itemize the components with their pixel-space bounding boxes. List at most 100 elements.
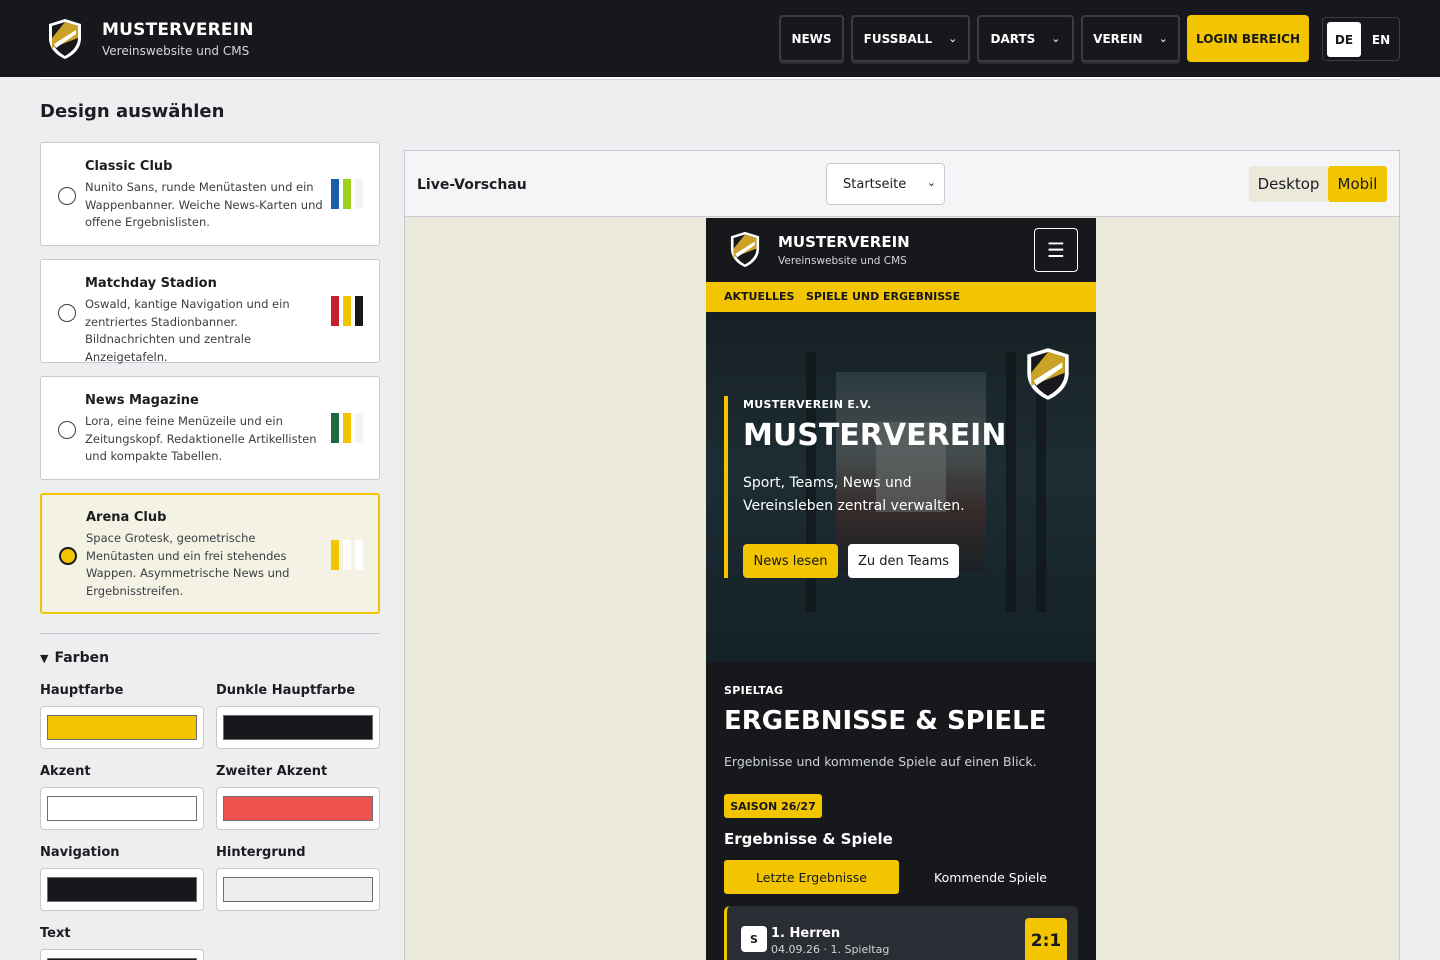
design-option-description: Oswald, kantige Navigation und ein zentr… bbox=[85, 297, 290, 364]
chevron-down-icon: ⌄ bbox=[1051, 32, 1061, 45]
triangle-down-icon: ▼ bbox=[40, 652, 49, 665]
design-radio[interactable] bbox=[58, 187, 76, 205]
tab-kommende-spiele[interactable]: Kommende Spiele bbox=[903, 860, 1078, 894]
color-swatch bbox=[343, 413, 351, 443]
color-preview bbox=[223, 796, 373, 821]
top-navigation-bar: MUSTERVEREIN Vereinswebsite und CMS NEWS… bbox=[0, 0, 1440, 77]
color-label-dunkle-hauptfarbe: Dunkle Hauptfarbe bbox=[216, 683, 356, 698]
preview-brand-title: MUSTERVEREIN bbox=[778, 233, 910, 251]
subnav-aktuelles[interactable]: AKTUELLES bbox=[724, 290, 794, 303]
nav-verein-label: VEREIN bbox=[1093, 31, 1143, 46]
club-crest-logo[interactable] bbox=[48, 18, 82, 60]
color-input-zweiter-akzent[interactable] bbox=[216, 787, 380, 830]
section-divider bbox=[40, 633, 380, 634]
hamburger-menu-icon[interactable]: ☰ bbox=[1034, 228, 1078, 272]
color-label-text: Text bbox=[40, 926, 71, 941]
color-preview bbox=[47, 715, 197, 740]
hero-kicker: MUSTERVEREIN E.V. bbox=[743, 398, 872, 411]
color-label-hauptfarbe: Hauptfarbe bbox=[40, 683, 124, 698]
color-swatch bbox=[355, 413, 363, 443]
design-radio[interactable] bbox=[58, 304, 76, 322]
color-swatch bbox=[331, 413, 339, 443]
nav-darts-dropdown[interactable]: DARTS ⌄ bbox=[977, 15, 1074, 62]
preview-navbar: MUSTERVEREIN Vereinswebsite und CMS ☰ bbox=[706, 218, 1096, 282]
color-swatch bbox=[331, 179, 339, 209]
color-swatch bbox=[343, 296, 351, 326]
nav-news-button[interactable]: NEWS bbox=[779, 15, 844, 62]
chevron-down-icon: ⌄ bbox=[948, 32, 958, 45]
color-input-navigation[interactable] bbox=[40, 868, 204, 911]
preview-hero-banner: MUSTERVEREIN E.V. MUSTERVEREIN Sport, Te… bbox=[706, 312, 1096, 662]
design-option-description: Nunito Sans, runde Menütasten und ein Wa… bbox=[85, 180, 323, 229]
view-desktop-button[interactable]: Desktop bbox=[1249, 166, 1328, 202]
section-kicker: SPIELTAG bbox=[724, 684, 784, 697]
color-swatch bbox=[343, 540, 351, 570]
subnav-spiele-ergebnisse[interactable]: SPIELE UND ERGEBNISSE bbox=[806, 290, 960, 303]
design-option-news-magazine[interactable]: News Magazine Lora, eine feine Menüzeile… bbox=[40, 376, 380, 480]
section-text: Ergebnisse und kommende Spiele auf einen… bbox=[724, 754, 1037, 769]
preview-subnav: AKTUELLES SPIELE UND ERGEBNISSE bbox=[706, 282, 1096, 312]
color-input-hintergrund[interactable] bbox=[216, 868, 380, 911]
color-preview bbox=[223, 877, 373, 902]
design-option-classic-club[interactable]: Classic Club Nunito Sans, runde Menütast… bbox=[40, 142, 380, 246]
color-swatch bbox=[355, 296, 363, 326]
colors-section-toggle[interactable]: ▼ Farben bbox=[40, 650, 109, 666]
nav-fussball-dropdown[interactable]: FUSSBALL ⌄ bbox=[851, 15, 970, 62]
season-badge: SAISON 26/27 bbox=[724, 794, 822, 818]
color-swatch bbox=[331, 540, 339, 570]
color-input-text[interactable] bbox=[40, 949, 204, 960]
match-team: 1. Herren bbox=[771, 926, 841, 941]
page-select[interactable]: Startseite ⌄ bbox=[826, 163, 945, 205]
match-date: 04.09.26 · 1. Spieltag bbox=[771, 943, 890, 956]
tab-letzte-ergebnisse[interactable]: Letzte Ergebnisse bbox=[724, 860, 899, 894]
nav-darts-label: DARTS bbox=[990, 31, 1036, 46]
color-label-navigation: Navigation bbox=[40, 845, 120, 860]
tunnel-column bbox=[1006, 352, 1016, 612]
design-radio[interactable] bbox=[58, 421, 76, 439]
hero-title: MUSTERVEREIN bbox=[743, 418, 1007, 453]
results-section: SPIELTAG ERGEBNISSE & SPIELE Ergebnisse … bbox=[706, 662, 1096, 960]
color-preview bbox=[47, 877, 197, 902]
club-crest-logo bbox=[730, 231, 760, 268]
view-mobile-button[interactable]: Mobil bbox=[1328, 166, 1387, 202]
preview-title: Live-Vorschau bbox=[417, 177, 527, 193]
header-divider bbox=[40, 77, 1400, 80]
nav-news-label: NEWS bbox=[791, 31, 832, 46]
lang-en-button[interactable]: EN bbox=[1367, 22, 1395, 57]
brand-subtitle: Vereinswebsite und CMS bbox=[102, 44, 250, 58]
language-switcher: DE EN bbox=[1322, 17, 1400, 61]
color-preview bbox=[47, 796, 197, 821]
color-input-dunkle-hauptfarbe[interactable] bbox=[216, 706, 380, 749]
match-score: 2:1 bbox=[1025, 918, 1067, 960]
results-heading: Ergebnisse & Spiele bbox=[724, 830, 893, 848]
color-swatch bbox=[331, 296, 339, 326]
design-option-arena-club[interactable]: Arena Club Space Grotesk, geometrische M… bbox=[40, 493, 380, 614]
login-button[interactable]: LOGIN BEREICH bbox=[1187, 15, 1309, 62]
design-option-description: Space Grotesk, geometrische Menütasten u… bbox=[86, 531, 290, 598]
preview-toolbar: Live-Vorschau Startseite ⌄ Desktop Mobil bbox=[405, 151, 1399, 217]
preview-brand-subtitle: Vereinswebsite und CMS bbox=[778, 255, 907, 267]
team-badge: S bbox=[741, 926, 767, 952]
color-input-akzent[interactable] bbox=[40, 787, 204, 830]
chevron-down-icon: ⌄ bbox=[1158, 32, 1168, 45]
club-crest-icon bbox=[1027, 348, 1069, 400]
design-option-matchday-stadion[interactable]: Matchday Stadion Oswald, kantige Navigat… bbox=[40, 259, 380, 364]
color-input-hauptfarbe[interactable] bbox=[40, 706, 204, 749]
zu-den-teams-button[interactable]: Zu den Teams bbox=[848, 544, 959, 578]
design-option-name: Classic Club bbox=[85, 159, 173, 174]
color-swatch bbox=[355, 179, 363, 209]
chevron-down-icon: ⌄ bbox=[926, 176, 936, 189]
design-option-name: Matchday Stadion bbox=[85, 276, 217, 291]
design-option-name: News Magazine bbox=[85, 393, 199, 408]
news-lesen-button[interactable]: News lesen bbox=[743, 544, 838, 578]
color-swatch bbox=[355, 540, 363, 570]
nav-fussball-label: FUSSBALL bbox=[863, 31, 933, 46]
design-radio-selected[interactable] bbox=[59, 547, 77, 565]
design-option-name: Arena Club bbox=[86, 510, 167, 525]
mobile-preview-frame: MUSTERVEREIN Vereinswebsite und CMS ☰ AK… bbox=[706, 218, 1096, 960]
lang-de-button[interactable]: DE bbox=[1327, 22, 1361, 57]
hero-text: Sport, Teams, News und Vereinsleben zent… bbox=[743, 475, 965, 514]
nav-verein-dropdown[interactable]: VEREIN ⌄ bbox=[1081, 15, 1180, 62]
match-card[interactable]: S 1. Herren 04.09.26 · 1. Spieltag 2:1 bbox=[724, 906, 1078, 960]
color-preview bbox=[223, 715, 373, 740]
